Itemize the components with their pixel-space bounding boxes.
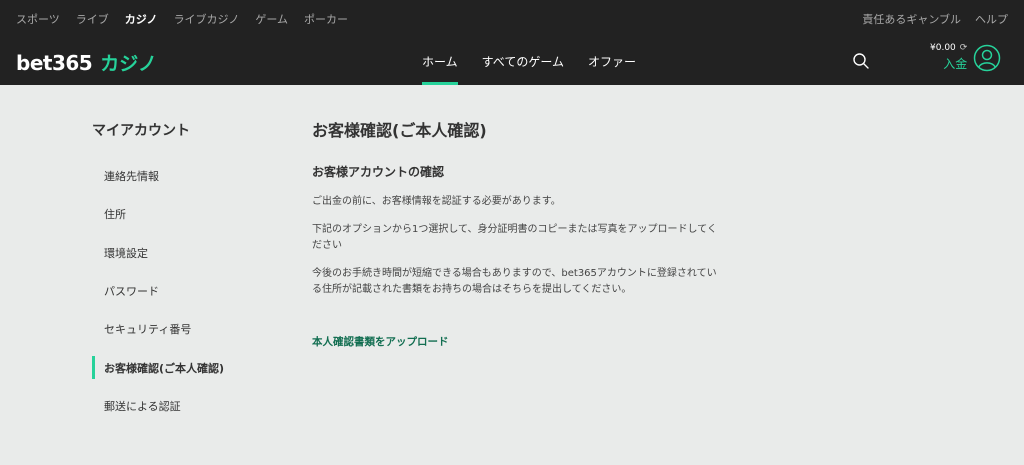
top-utility-bar: スポーツ ライブ カジノ ライブカジノ ゲーム ポーカー 責任あるギャンブル ヘ… [0, 0, 1024, 37]
site-header: bet365 カジノ ホーム すべてのゲーム オファー ¥0.00 ⟳ 入金 [0, 37, 1024, 85]
user-avatar-icon[interactable] [973, 44, 1001, 72]
nav-offers[interactable]: オファー [576, 37, 648, 85]
balance-box: ¥0.00 ⟳ 入金 [930, 43, 967, 72]
sidebar-item-address[interactable]: 住所 [92, 195, 272, 233]
logo[interactable]: bet365 カジノ [16, 49, 157, 76]
utility-links: 責任あるギャンブル ヘルプ [848, 11, 1008, 27]
info-paragraph-1: ご出金の前に、お客様情報を認証する必要があります。 [312, 196, 561, 207]
account-area: ¥0.00 ⟳ 入金 [930, 43, 1001, 72]
nav-home[interactable]: ホーム [410, 37, 470, 85]
product-link-live[interactable]: ライブ [76, 11, 109, 27]
page-title: お客様確認(ご本人確認) [312, 121, 487, 140]
refresh-icon[interactable]: ⟳ [960, 43, 968, 53]
sidebar-item-preferences[interactable]: 環境設定 [92, 234, 272, 272]
info-paragraph-2: 下記のオプションから1つ選択して、身分証明書のコピーまたは写真をアップロードして… [312, 224, 717, 251]
balance-row: ¥0.00 ⟳ [930, 43, 967, 53]
brand-name: bet365 [16, 51, 93, 75]
section-title: お客様アカウントの確認 [312, 165, 445, 179]
page-content: マイアカウント 連絡先情報 住所 環境設定 パスワード セキュリティ番号 お客様… [0, 85, 1024, 465]
responsible-gambling-link[interactable]: 責任あるギャンブル [862, 11, 961, 27]
search-icon[interactable] [852, 52, 870, 70]
product-link-sports[interactable]: スポーツ [16, 11, 60, 27]
deposit-button[interactable]: 入金 [943, 55, 967, 72]
product-switcher: スポーツ ライブ カジノ ライブカジノ ゲーム ポーカー [16, 11, 364, 27]
help-link[interactable]: ヘルプ [975, 11, 1008, 27]
info-paragraph-3: 今後のお手続き時間が短縮できる場合もありますので、bet365アカウントに登録さ… [312, 268, 717, 295]
nav-all-games[interactable]: すべてのゲーム [470, 37, 576, 85]
account-sidebar: 連絡先情報 住所 環境設定 パスワード セキュリティ番号 お客様確認(ご本人確認… [92, 157, 272, 425]
upload-documents-link[interactable]: 本人確認書類をアップロード [312, 334, 449, 349]
verification-panel: お客様確認(ご本人確認) お客様アカウントの確認 ご出金の前に、お客様情報を認証… [312, 117, 722, 349]
product-link-games[interactable]: ゲーム [255, 11, 288, 27]
sidebar-item-identity-verification[interactable]: お客様確認(ご本人確認) [92, 348, 272, 386]
sidebar-item-security-number[interactable]: セキュリティ番号 [92, 310, 272, 348]
product-link-poker[interactable]: ポーカー [304, 11, 348, 27]
balance-amount: ¥0.00 [930, 43, 956, 53]
brand-subtitle: カジノ [100, 53, 157, 75]
sidebar-item-password[interactable]: パスワード [92, 272, 272, 310]
product-link-live-casino[interactable]: ライブカジノ [174, 11, 240, 27]
product-link-casino[interactable]: カジノ [125, 11, 158, 27]
sidebar-item-postal-verification[interactable]: 郵送による認証 [92, 387, 272, 425]
sidebar-item-contact-info[interactable]: 連絡先情報 [92, 157, 272, 195]
sidebar-title: マイアカウント [92, 123, 190, 139]
main-nav: ホーム すべてのゲーム オファー [410, 37, 648, 85]
